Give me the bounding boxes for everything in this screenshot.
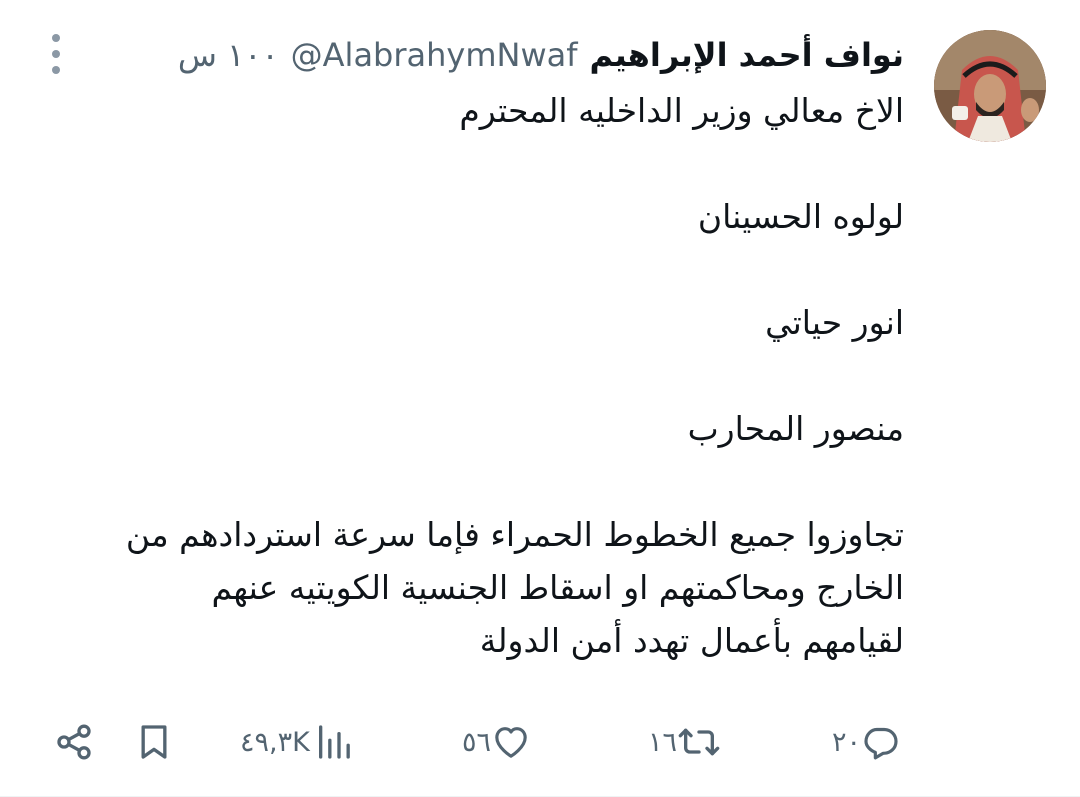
tweet-line: الخارج ومحاكمتهم او اسقاط الجنسية الكويت… [211,568,904,607]
tweet-text: الاخ معالي وزير الداخليه المحترم لولوه ا… [44,84,904,667]
display-name[interactable]: نواف أحمد الإبراهيم [590,36,905,74]
tweet-line: الاخ معالي وزير الداخليه المحترم [459,91,904,130]
views-count: ٤٩,٣K [240,726,310,758]
more-dot [52,34,60,42]
user-handle[interactable]: @AlabrahymNwaf [291,36,578,74]
bookmark-icon [141,725,167,759]
views-button[interactable]: ٤٩,٣K [240,714,354,770]
tweet-line-break [44,349,904,402]
like-count: ٥٦ [462,726,492,758]
views-bar-chart-icon [318,725,350,759]
tweet-line: لولوه الحسينان [697,197,904,236]
bookmark-button[interactable] [136,714,172,770]
avatar[interactable] [934,30,1046,142]
retweet-icon [678,728,720,756]
tweet-line: انور حياتي [765,303,904,342]
like-button[interactable]: ٥٦ [462,714,531,770]
action-bar: ٢٠ ١٦ ٥٦ ٤٩,٣K [0,714,1080,770]
tweet-line: تجاوزوا جميع الخطوط الحمراء فإما سرعة اس… [125,515,904,554]
tweet-line: لقيامهم بأعمال تهدد أمن الدولة [479,621,904,660]
share-icon [57,724,91,760]
tweet[interactable]: نواف أحمد الإبراهيم @AlabrahymNwaf ١٠٠ س… [0,0,1080,797]
reply-icon [864,727,898,760]
tweet-header: نواف أحمد الإبراهيم @AlabrahymNwaf ١٠٠ س [178,32,904,78]
heart-icon [495,727,527,758]
tweet-line-break [44,137,904,190]
more-dot [52,66,60,74]
retweet-count: ١٦ [648,726,678,758]
tweet-line: منصور المحارب [687,409,904,448]
tweet-line-break [44,455,904,508]
reply-count: ٢٠ [832,726,862,758]
timestamp[interactable]: ١٠٠ س [178,36,279,74]
retweet-button[interactable]: ١٦ [648,714,721,770]
more-vertical-icon[interactable] [46,34,66,74]
reply-button[interactable]: ٢٠ [832,714,901,770]
more-dot [52,50,60,58]
tweet-line-break [44,243,904,296]
share-button[interactable] [54,714,94,770]
avatar-image [934,30,1046,142]
